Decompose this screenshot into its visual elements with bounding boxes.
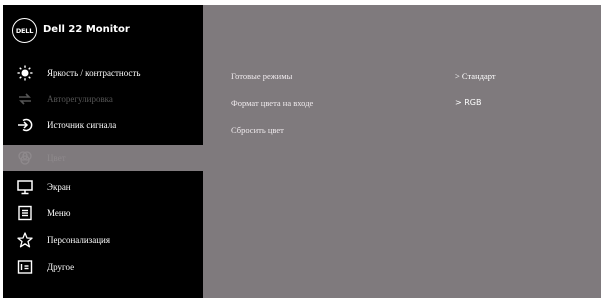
menu-item-label: Авторегулировка xyxy=(47,94,113,104)
menu-item-label: Цвет xyxy=(47,153,66,163)
menu-item-label: Другое xyxy=(47,262,75,272)
reset-color-option[interactable]: Сбросить цвет xyxy=(231,125,284,135)
menu-item-display[interactable]: Экран xyxy=(3,174,203,200)
menu-item-color[interactable]: Цвет xyxy=(3,145,203,171)
color-icon xyxy=(17,150,33,166)
menu-icon xyxy=(17,205,33,221)
menu-item-brightness-contrast[interactable]: Яркость / контрастность xyxy=(3,60,203,86)
monitor-osd: DELL Dell 22 Monitor Яркость / контрастн… xyxy=(3,5,601,298)
star-icon xyxy=(17,232,33,248)
monitor-title: Dell 22 Monitor xyxy=(43,24,130,35)
input-color-format-option[interactable]: Формат цвета на входе xyxy=(231,98,313,108)
menu-item-label: Меню xyxy=(47,208,71,218)
menu-item-personalize[interactable]: Персонализация xyxy=(3,227,203,253)
osd-header: DELL Dell 22 Monitor xyxy=(3,5,203,57)
dell-logo: DELL xyxy=(12,18,37,43)
menu-item-label: Источник сигнала xyxy=(47,120,117,130)
menu-item-input-source[interactable]: Источник сигнала xyxy=(3,112,203,138)
dell-logo-text: DELL xyxy=(15,26,34,35)
preset-modes-option[interactable]: Готовые режимы xyxy=(231,71,292,81)
osd-sidebar: DELL Dell 22 Monitor Яркость / контрастн… xyxy=(3,5,203,298)
menu-item-label: Персонализация xyxy=(47,235,111,245)
menu-item-auto-adjust: Авторегулировка xyxy=(3,86,203,112)
other-icon xyxy=(17,259,33,275)
auto-adjust-icon xyxy=(17,91,33,107)
color-settings-panel: Готовые режимы > Стандарт Формат цвета н… xyxy=(203,5,601,298)
input-source-icon xyxy=(17,117,33,133)
menu-item-label: Яркость / контрастность xyxy=(47,68,141,78)
menu-item-label: Экран xyxy=(47,182,71,192)
menu-item-menu[interactable]: Меню xyxy=(3,200,203,226)
display-icon xyxy=(17,179,33,195)
brightness-icon xyxy=(17,65,33,81)
input-color-format-value[interactable]: > RGB xyxy=(455,98,482,107)
menu-item-others[interactable]: Другое xyxy=(3,254,203,280)
preset-modes-value[interactable]: > Стандарт xyxy=(455,71,496,81)
